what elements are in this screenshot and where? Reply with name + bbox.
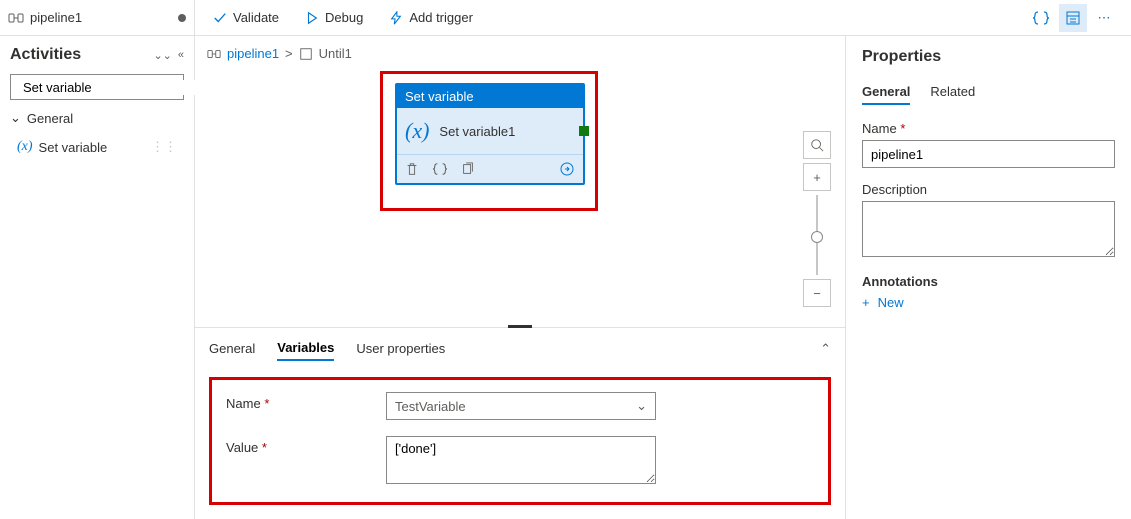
properties-heading: Properties — [862, 48, 1115, 66]
until-icon — [299, 47, 313, 61]
ellipsis-icon: ⋯ — [1098, 10, 1113, 26]
search-icon — [810, 138, 824, 152]
node-success-connector[interactable] — [579, 126, 589, 136]
variable-name-value: TestVariable — [395, 399, 466, 414]
prop-name-label: Name * — [862, 121, 1115, 136]
variable-value-input[interactable] — [386, 436, 656, 484]
pipeline-icon — [8, 10, 24, 26]
braces-icon — [1033, 10, 1049, 26]
tab-general[interactable]: General — [209, 337, 255, 360]
fx-icon: (x) — [17, 139, 33, 155]
highlight-annotation-form: Name * TestVariable ⌄ Value * — [209, 377, 831, 505]
unsaved-indicator — [178, 14, 186, 22]
plus-icon: + — [813, 170, 821, 185]
minus-icon: − — [813, 286, 821, 301]
validate-label: Validate — [233, 10, 279, 25]
more-button[interactable]: ⋯ — [1091, 4, 1119, 32]
code-view-button[interactable] — [1027, 4, 1055, 32]
zoom-slider[interactable] — [816, 195, 818, 275]
zoom-out-button[interactable]: − — [803, 279, 831, 307]
activity-search-input[interactable] — [23, 80, 199, 95]
zoom-in-button[interactable]: + — [803, 163, 831, 191]
new-label: New — [878, 295, 904, 310]
form-name-label: Name * — [226, 392, 386, 411]
form-value-label: Value * — [226, 436, 386, 455]
breadcrumb-root[interactable]: pipeline1 — [227, 46, 279, 61]
group-general[interactable]: ⌄ General — [0, 104, 194, 132]
breadcrumb: pipeline1 > Until1 — [195, 36, 845, 71]
collapse-panel-icon[interactable]: ⌃ — [820, 341, 831, 357]
breadcrumb-sep: > — [285, 46, 293, 61]
pipeline-name-input[interactable] — [862, 140, 1115, 168]
zoom-thumb[interactable] — [811, 231, 823, 243]
properties-panel: Properties General Related Name * Descri… — [845, 36, 1131, 519]
open-icon[interactable] — [559, 161, 575, 177]
design-canvas[interactable]: Set variable (x) Set variable1 — [195, 71, 845, 327]
validate-button[interactable]: Validate — [207, 6, 285, 29]
variable-name-select[interactable]: TestVariable ⌄ — [386, 392, 656, 420]
play-icon — [305, 11, 319, 25]
tab-user-properties[interactable]: User properties — [356, 337, 445, 360]
pipeline-description-input[interactable] — [862, 201, 1115, 257]
add-annotation-button[interactable]: + New — [862, 295, 1115, 310]
collapse-panel-icon[interactable]: « — [178, 49, 184, 62]
debug-label: Debug — [325, 10, 363, 25]
activity-set-variable[interactable]: (x) Set variable ⋮⋮ — [10, 134, 184, 160]
properties-toggle-button[interactable] — [1059, 4, 1087, 32]
prop-tab-general[interactable]: General — [862, 80, 910, 105]
breadcrumb-current: Until1 — [319, 46, 352, 61]
debug-button[interactable]: Debug — [299, 6, 369, 29]
node-name: Set variable1 — [439, 124, 515, 139]
trigger-icon — [389, 11, 403, 25]
properties-icon — [1065, 10, 1081, 26]
activity-search-box[interactable] — [10, 74, 184, 100]
group-label: General — [27, 111, 73, 126]
delete-icon[interactable] — [405, 162, 419, 176]
chevron-down-icon: ⌄ — [10, 110, 21, 126]
tab-title: pipeline1 — [30, 10, 172, 25]
chevron-down-icon: ⌄ — [636, 398, 647, 414]
fx-icon: (x) — [405, 118, 429, 144]
activity-node-set-variable[interactable]: Set variable (x) Set variable1 — [395, 83, 585, 185]
pipeline-icon — [207, 47, 221, 61]
add-trigger-label: Add trigger — [409, 10, 473, 25]
pipeline-tab[interactable]: pipeline1 — [0, 0, 194, 36]
node-header: Set variable — [397, 85, 583, 108]
copy-icon[interactable] — [461, 162, 475, 176]
check-icon — [213, 11, 227, 25]
prop-annotations-label: Annotations — [862, 274, 1115, 289]
toolbar: Validate Debug Add trigger ⋯ — [195, 0, 1131, 36]
activities-heading: Activities — [10, 46, 81, 64]
add-trigger-button[interactable]: Add trigger — [383, 6, 479, 29]
activity-label: Set variable — [39, 140, 108, 155]
grip-icon: ⋮⋮ — [151, 139, 177, 155]
plus-icon: + — [862, 295, 870, 310]
braces-icon[interactable] — [433, 162, 447, 176]
zoom-fit-button[interactable] — [803, 131, 831, 159]
tab-variables[interactable]: Variables — [277, 336, 334, 361]
prop-description-label: Description — [862, 182, 1115, 197]
prop-tab-related[interactable]: Related — [930, 80, 975, 105]
expand-all-icon[interactable]: ⌄⌄ — [153, 49, 171, 62]
